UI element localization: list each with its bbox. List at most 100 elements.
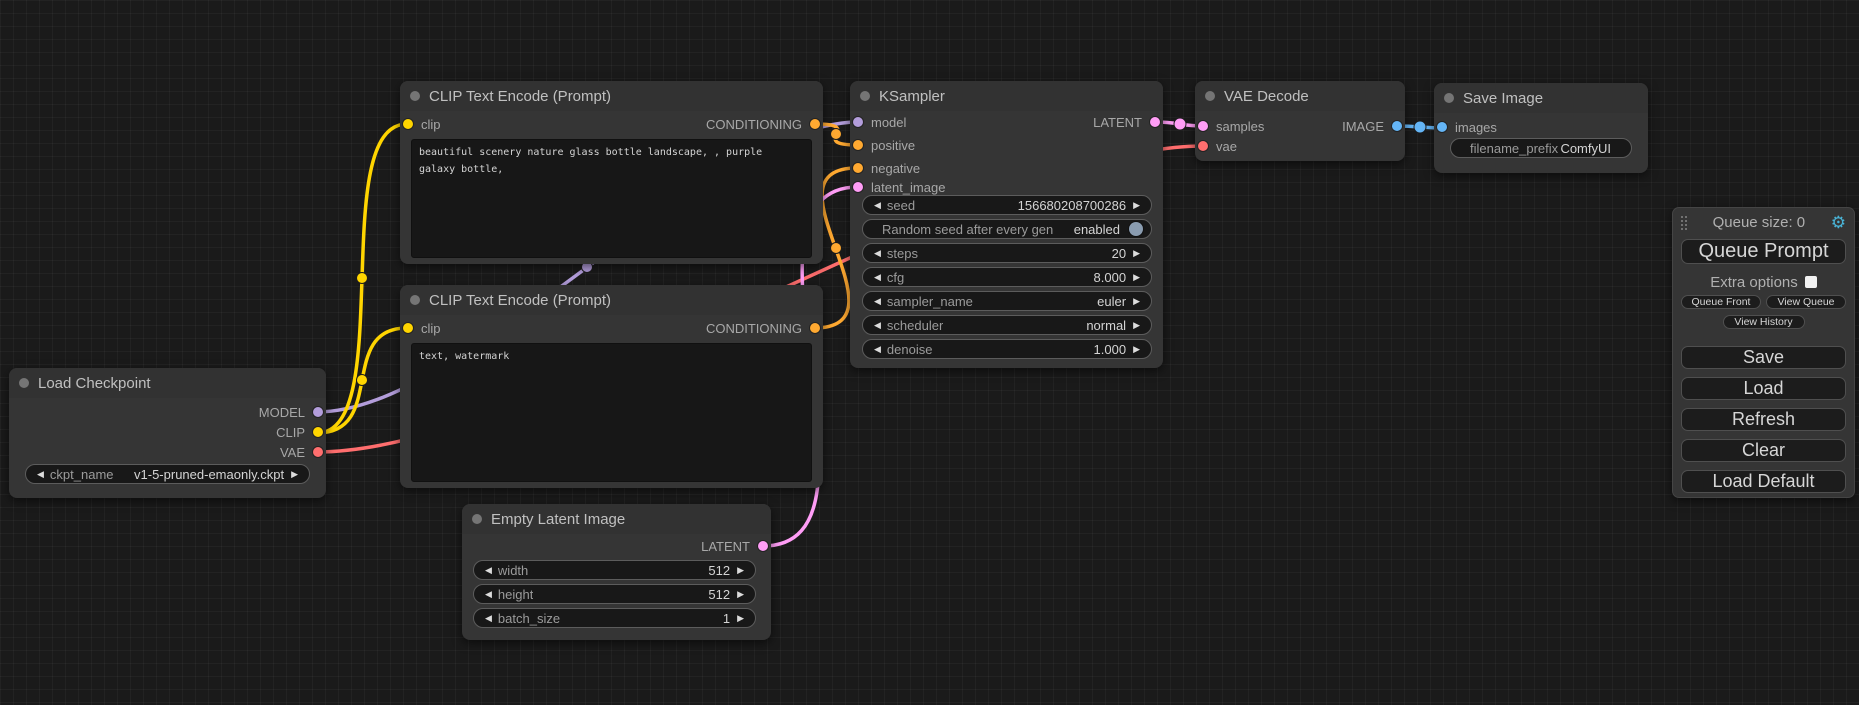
widget-scheduler[interactable]: ◀ scheduler normal ▶: [862, 315, 1152, 335]
clear-button[interactable]: Clear: [1681, 439, 1846, 462]
clip-port-icon[interactable]: [313, 427, 323, 437]
increment-arrow-icon[interactable]: ▶: [734, 566, 747, 575]
input-slot-samples[interactable]: samples: [1198, 116, 1264, 136]
output-slot-image[interactable]: IMAGE: [1342, 116, 1402, 136]
widget-ckpt-name[interactable]: ◀ ckpt_name v1-5-pruned-emaonly.ckpt ▶: [25, 464, 310, 484]
output-slot-clip[interactable]: CLIP: [276, 422, 323, 442]
decrement-arrow-icon[interactable]: ◀: [482, 566, 495, 575]
node-collapse-dot-icon[interactable]: [860, 91, 870, 101]
widget-sampler-name[interactable]: ◀ sampler_name euler ▶: [862, 291, 1152, 311]
node-titlebar[interactable]: CLIP Text Encode (Prompt): [400, 81, 823, 111]
conditioning-port-icon[interactable]: [853, 140, 863, 150]
output-slot-model[interactable]: MODEL: [259, 402, 323, 422]
input-slot-positive[interactable]: positive: [853, 135, 915, 155]
load-default-button[interactable]: Load Default: [1681, 470, 1846, 493]
latent-port-icon[interactable]: [1150, 117, 1160, 127]
queue-front-button[interactable]: Queue Front: [1681, 295, 1761, 309]
load-button[interactable]: Load: [1681, 377, 1846, 400]
node-load-checkpoint[interactable]: Load Checkpoint MODEL CLIP VAE ◀ ckpt_na…: [9, 368, 326, 498]
node-titlebar[interactable]: KSampler: [850, 81, 1163, 111]
view-queue-button[interactable]: View Queue: [1766, 295, 1846, 309]
widget-filename-prefix[interactable]: filename_prefix ComfyUI: [1450, 138, 1632, 158]
view-history-button[interactable]: View History: [1723, 315, 1805, 329]
settings-gear-icon[interactable]: ⚙: [1831, 214, 1846, 231]
input-slot-images[interactable]: images: [1437, 117, 1497, 137]
conditioning-port-icon[interactable]: [810, 119, 820, 129]
input-slot-negative[interactable]: negative: [853, 158, 920, 178]
latent-port-icon[interactable]: [853, 182, 863, 192]
node-titlebar[interactable]: Load Checkpoint: [9, 368, 326, 398]
node-collapse-dot-icon[interactable]: [19, 378, 29, 388]
increment-arrow-icon[interactable]: ▶: [1130, 249, 1143, 258]
image-port-icon[interactable]: [1392, 121, 1402, 131]
increment-arrow-icon[interactable]: ▶: [1130, 273, 1143, 282]
output-slot-vae[interactable]: VAE: [280, 442, 323, 462]
widget-steps[interactable]: ◀ steps 20 ▶: [862, 243, 1152, 263]
decrement-arrow-icon[interactable]: ◀: [871, 321, 884, 330]
node-collapse-dot-icon[interactable]: [410, 91, 420, 101]
decrement-arrow-icon[interactable]: ◀: [871, 297, 884, 306]
model-port-icon[interactable]: [313, 407, 323, 417]
node-empty-latent-image[interactable]: Empty Latent Image LATENT ◀ width 512 ▶ …: [462, 504, 771, 640]
widget-height[interactable]: ◀ height 512 ▶: [473, 584, 756, 604]
latent-port-icon[interactable]: [758, 541, 768, 551]
graph-canvas[interactable]: Load Checkpoint MODEL CLIP VAE ◀ ckpt_na…: [0, 0, 1859, 705]
increment-arrow-icon[interactable]: ▶: [1130, 345, 1143, 354]
conditioning-port-icon[interactable]: [810, 323, 820, 333]
conditioning-port-icon[interactable]: [853, 163, 863, 173]
node-collapse-dot-icon[interactable]: [1444, 93, 1454, 103]
clip-port-icon[interactable]: [403, 323, 413, 333]
decrement-arrow-icon[interactable]: ◀: [34, 470, 47, 479]
save-button[interactable]: Save: [1681, 346, 1846, 369]
increment-arrow-icon[interactable]: ▶: [1130, 321, 1143, 330]
node-vae-decode[interactable]: VAE Decode samples vae IMAGE: [1195, 81, 1405, 161]
node-save-image[interactable]: Save Image images filename_prefix ComfyU…: [1434, 83, 1648, 173]
node-clip-text-encode-positive[interactable]: CLIP Text Encode (Prompt) clip CONDITION…: [400, 81, 823, 264]
node-collapse-dot-icon[interactable]: [410, 295, 420, 305]
extra-options-checkbox[interactable]: [1805, 276, 1817, 288]
decrement-arrow-icon[interactable]: ◀: [482, 590, 495, 599]
output-slot-latent[interactable]: LATENT: [701, 536, 768, 556]
input-slot-clip[interactable]: clip: [403, 318, 441, 338]
input-slot-vae[interactable]: vae: [1198, 136, 1237, 156]
decrement-arrow-icon[interactable]: ◀: [871, 345, 884, 354]
node-collapse-dot-icon[interactable]: [1205, 91, 1215, 101]
decrement-arrow-icon[interactable]: ◀: [482, 614, 495, 623]
output-slot-latent[interactable]: LATENT: [1093, 112, 1160, 132]
model-port-icon[interactable]: [853, 117, 863, 127]
node-ksampler[interactable]: KSampler model positive negative latent_…: [850, 81, 1163, 368]
positive-prompt-textarea[interactable]: beautiful scenery nature glass bottle la…: [411, 139, 812, 258]
input-slot-model[interactable]: model: [853, 112, 906, 132]
widget-width[interactable]: ◀ width 512 ▶: [473, 560, 756, 580]
node-collapse-dot-icon[interactable]: [472, 514, 482, 524]
increment-arrow-icon[interactable]: ▶: [288, 470, 301, 479]
clip-port-icon[interactable]: [403, 119, 413, 129]
node-titlebar[interactable]: CLIP Text Encode (Prompt): [400, 285, 823, 315]
widget-cfg[interactable]: ◀ cfg 8.000 ▶: [862, 267, 1152, 287]
increment-arrow-icon[interactable]: ▶: [734, 590, 747, 599]
latent-port-icon[interactable]: [1198, 121, 1208, 131]
increment-arrow-icon[interactable]: ▶: [1130, 201, 1143, 210]
node-titlebar[interactable]: Save Image: [1434, 83, 1648, 113]
negative-prompt-textarea[interactable]: text, watermark: [411, 343, 812, 482]
increment-arrow-icon[interactable]: ▶: [1130, 297, 1143, 306]
image-port-icon[interactable]: [1437, 122, 1447, 132]
decrement-arrow-icon[interactable]: ◀: [871, 249, 884, 258]
vae-port-icon[interactable]: [1198, 141, 1208, 151]
input-slot-clip[interactable]: clip: [403, 114, 441, 134]
widget-random-seed[interactable]: Random seed after every gen enabled: [862, 219, 1152, 239]
queue-prompt-button[interactable]: Queue Prompt: [1681, 239, 1846, 264]
output-slot-conditioning[interactable]: CONDITIONING: [706, 114, 820, 134]
decrement-arrow-icon[interactable]: ◀: [871, 273, 884, 282]
toggle-enabled-icon[interactable]: [1129, 222, 1143, 236]
refresh-button[interactable]: Refresh: [1681, 408, 1846, 431]
node-titlebar[interactable]: VAE Decode: [1195, 81, 1405, 111]
widget-batch-size[interactable]: ◀ batch_size 1 ▶: [473, 608, 756, 628]
decrement-arrow-icon[interactable]: ◀: [871, 201, 884, 210]
increment-arrow-icon[interactable]: ▶: [734, 614, 747, 623]
node-titlebar[interactable]: Empty Latent Image: [462, 504, 771, 534]
widget-seed[interactable]: ◀ seed 156680208700286 ▶: [862, 195, 1152, 215]
node-clip-text-encode-negative[interactable]: CLIP Text Encode (Prompt) clip CONDITION…: [400, 285, 823, 488]
output-slot-conditioning[interactable]: CONDITIONING: [706, 318, 820, 338]
widget-denoise[interactable]: ◀ denoise 1.000 ▶: [862, 339, 1152, 359]
